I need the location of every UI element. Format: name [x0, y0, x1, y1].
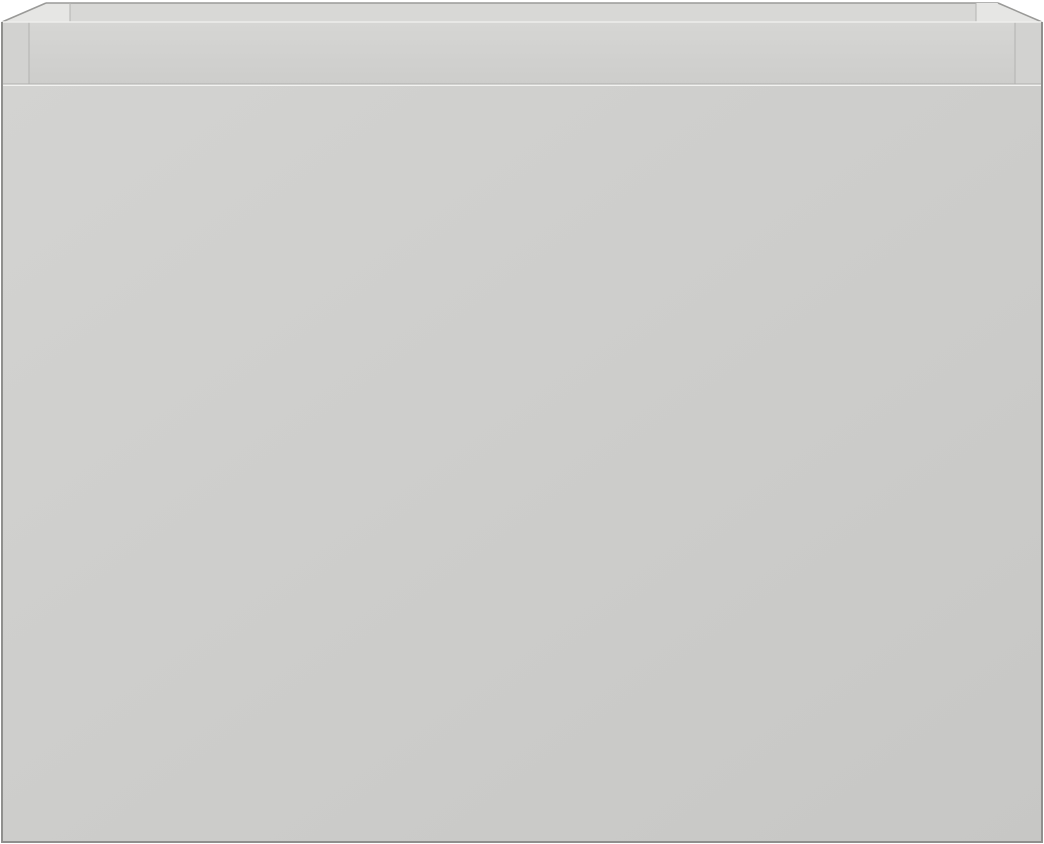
cabinet-rim-right-post: [1015, 22, 1042, 84]
cabinet-top-rim: [2, 22, 1042, 84]
cabinet-inner-right-wall: [976, 3, 1042, 22]
cabinet-rim-left-post: [2, 22, 29, 84]
cabinet-illustration: [1, 2, 1043, 843]
cabinet-inner-left-wall: [2, 3, 70, 22]
cabinet-front-panel: [2, 85, 1042, 842]
product-photo: [0, 0, 1044, 844]
